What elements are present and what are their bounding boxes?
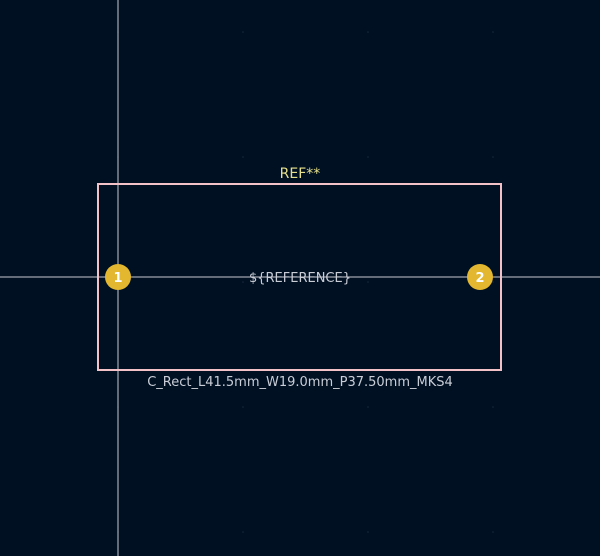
pad-2-number: 2 (475, 271, 484, 286)
grid-dot (492, 156, 494, 158)
grid-dot (242, 281, 244, 283)
pad-1-number: 1 (113, 271, 122, 286)
grid-dot (367, 406, 369, 408)
footprint-value[interactable]: C_Rect_L41.5mm_W19.0mm_P37.50mm_MKS4 (147, 375, 453, 390)
reference-designator[interactable]: REF** (280, 166, 321, 182)
pcb-canvas[interactable]: REF** ${REFERENCE} 1 2 C_Rect_L41.5mm_W1… (0, 0, 600, 556)
pad-1[interactable]: 1 (105, 264, 131, 290)
grid-dot (242, 156, 244, 158)
grid-dot (242, 531, 244, 533)
grid-dot (492, 31, 494, 33)
grid-dot (367, 531, 369, 533)
grid-dot (242, 31, 244, 33)
grid-dot (492, 281, 494, 283)
fab-reference-text[interactable]: ${REFERENCE} (249, 271, 351, 286)
grid-dot (367, 156, 369, 158)
grid-dot (367, 281, 369, 283)
grid-dot (492, 531, 494, 533)
grid-dots (117, 31, 494, 533)
grid-dot (242, 406, 244, 408)
grid-dot (367, 31, 369, 33)
pad-2[interactable]: 2 (467, 264, 493, 290)
grid-dot (492, 406, 494, 408)
